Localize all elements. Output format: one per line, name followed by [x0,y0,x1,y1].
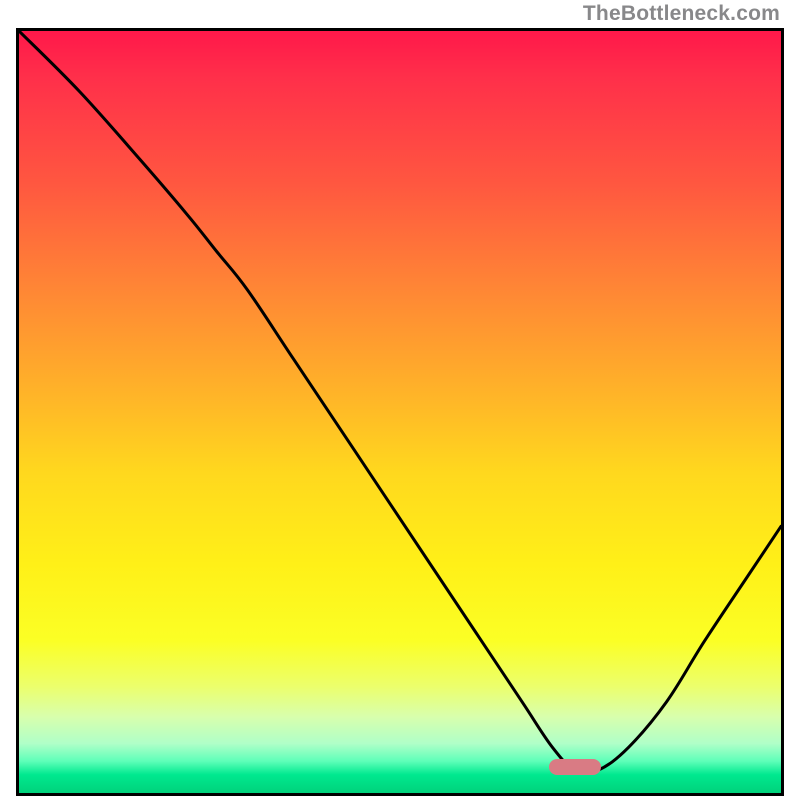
optimal-point-marker [549,759,601,775]
plot-area [19,31,781,793]
chart-frame [16,28,784,796]
watermark: TheBottleneck.com [583,2,780,26]
bottleneck-curve [19,31,781,793]
